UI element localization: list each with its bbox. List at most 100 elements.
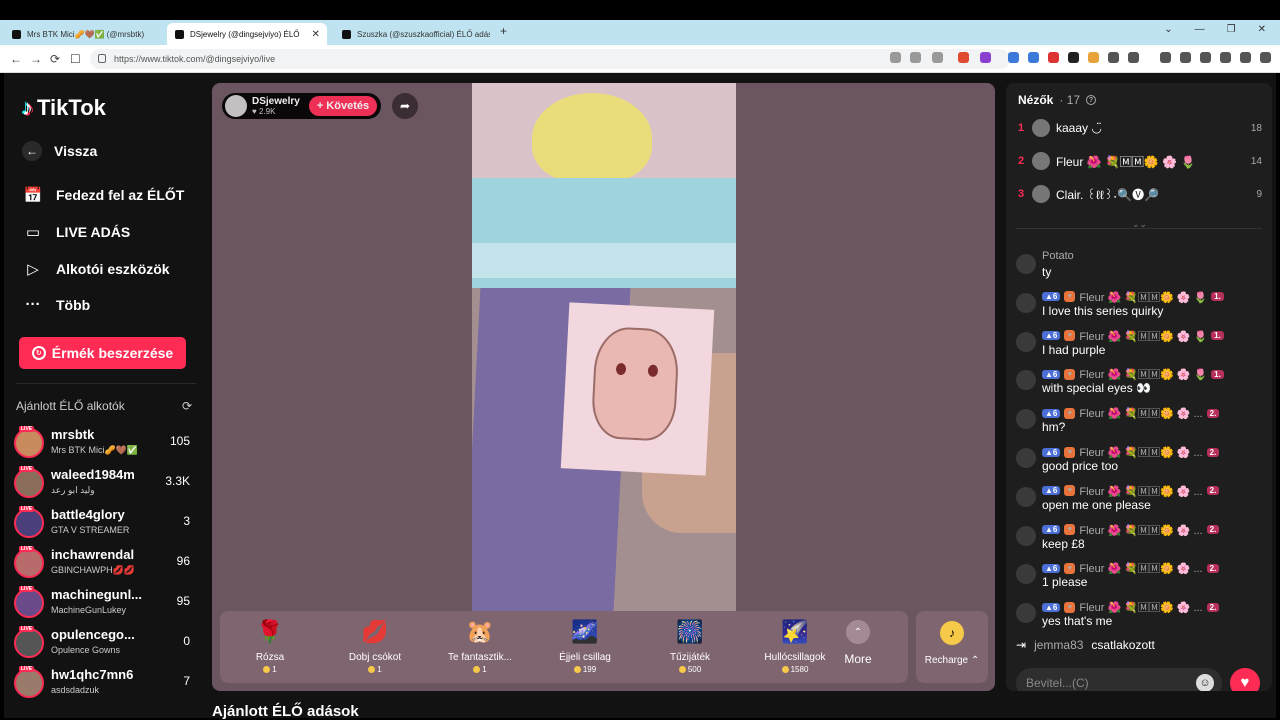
list-item[interactable]: LIVE machinegunl... MachineGunLukey 95 [14, 585, 194, 625]
list-item[interactable]: LIVE opulencego... Opulence Gowns 0 [14, 625, 194, 665]
extension-icon[interactable] [1048, 52, 1059, 63]
avatar[interactable] [14, 628, 44, 658]
extension-icon[interactable] [1108, 52, 1119, 63]
info-icon[interactable]: ? [1086, 95, 1097, 105]
tiktok-logo[interactable]: ♪ TikTok [22, 95, 106, 121]
site-info-icon[interactable] [98, 54, 106, 63]
gift-item[interactable]: 🌠 Hullócsillagok 1580 [745, 617, 845, 674]
minimize-icon[interactable]: — [1195, 24, 1205, 35]
forward-arrow-icon[interactable]: → [30, 52, 42, 66]
message-username[interactable]: Fleur 🌺 💐🄼🄼🌼 🌸 ... [1079, 522, 1202, 538]
gift-item[interactable]: 🌌 Éjjeli csillag 199 [535, 617, 635, 674]
avatar[interactable] [14, 548, 44, 578]
extension-icon[interactable] [1068, 52, 1079, 63]
chat-input[interactable]: Bevitel...(C) ☺ [1016, 668, 1222, 691]
rewards-icon[interactable] [980, 52, 991, 63]
top-viewer-row[interactable]: 2 Fleur 🌺 💐🄼🄼🌼 🌸 🌷 14 [1018, 150, 1262, 172]
menu-icon[interactable] [1260, 52, 1271, 63]
share-icon[interactable]: ➦ [392, 93, 418, 119]
browser-tab-active[interactable]: DSjewelry (@dingsejviyo) ÉLŐ ✕ [167, 23, 327, 45]
avatar[interactable] [1016, 409, 1036, 430]
refresh-icon[interactable]: ⟳ [182, 399, 192, 413]
list-item[interactable]: LIVE inchawrendal GBINCHAWPH💋💋 96 [14, 545, 194, 585]
brave-shield-icon[interactable] [958, 52, 969, 63]
url-field[interactable]: https://www.tiktok.com/@dingsejviyo/live [90, 49, 1010, 69]
tab-search-icon[interactable]: ⌄ [1164, 24, 1172, 35]
bookmark-icon[interactable]: ☐ [70, 52, 81, 66]
host-info[interactable]: DSjewelry ♥ 2.9K + Követés [222, 93, 382, 119]
browser-tab[interactable]: Szuszka (@szuszkaofficial) ÉLŐ adás [334, 23, 490, 45]
list-item[interactable]: LIVE hw1qhc7mn6 asdsdadzuk 7 [14, 665, 194, 705]
sidebar-item-more[interactable]: ··· Több [22, 296, 91, 313]
top-viewer-row[interactable]: 3 Clair. ꒰ℓℓ꒱˖🔍🅥🔎 9 [1018, 183, 1262, 205]
sidebar-item-creator-tools[interactable]: ▷ Alkotói eszközök [22, 260, 169, 278]
message-username[interactable]: Fleur 🌺 💐🄼🄼🌼 🌸 🌷 [1079, 328, 1207, 344]
chat-message[interactable]: ▲6 ♥ Fleur 🌺 💐🄼🄼🌼 🌸 🌷 1. I love this series … [1016, 289, 1266, 323]
avatar[interactable] [1016, 370, 1036, 391]
avatar[interactable] [1016, 564, 1036, 585]
emoji-icon[interactable]: ☺ [1196, 674, 1214, 691]
creator-name[interactable]: battle4glory [51, 507, 151, 522]
host-name[interactable]: DSjewelry [252, 96, 300, 107]
live-stream-player[interactable]: DSjewelry ♥ 2.9K + Követés ➦ ⌃ More 🌹 Róz… [212, 83, 995, 691]
joined-username[interactable]: jemma83 [1034, 638, 1083, 652]
avatar[interactable] [1016, 448, 1036, 468]
message-username[interactable]: Potato [1042, 250, 1074, 262]
reload-icon[interactable]: ⟳ [50, 52, 60, 66]
back-arrow-icon[interactable]: ← [10, 52, 22, 66]
gift-item[interactable]: 🎆 Tűzijáték 500 [640, 617, 740, 674]
creator-name[interactable]: mrsbtk [51, 427, 151, 442]
chat-message[interactable]: Potato ty [1016, 250, 1266, 284]
share-page-icon[interactable] [932, 52, 943, 63]
message-username[interactable]: Fleur 🌺 💐🄼🄼🌼 🌸 🌷 [1079, 289, 1207, 305]
avatar[interactable] [1016, 525, 1036, 546]
avatar[interactable] [14, 508, 44, 538]
list-item[interactable]: LIVE waleed1984m وليد ابو رعد 3.3K [14, 465, 194, 505]
viewer-name[interactable]: Fleur 🌺 💐🄼🄼🌼 🌸 🌷 [1056, 153, 1251, 170]
wallet-icon[interactable] [1200, 52, 1211, 63]
browser-tab[interactable]: Mrs BTK Mici🥜🤎✅ (@mrsbtk) [4, 23, 160, 45]
host-avatar[interactable] [225, 95, 247, 117]
message-username[interactable]: Fleur 🌺 💐🄼🄼🌼 🌸 ... [1079, 599, 1202, 615]
close-window-icon[interactable]: ✕ [1258, 24, 1266, 35]
avatar[interactable] [14, 588, 44, 618]
chat-message[interactable]: ▲6 ♥ Fleur 🌺 💐🄼🄼🌼 🌸 ... 2. open me one pleas… [1016, 483, 1266, 517]
message-username[interactable]: Fleur 🌺 💐🄼🄼🌼 🌸 ... [1079, 560, 1202, 576]
creator-name[interactable]: waleed1984m [51, 467, 151, 482]
top-viewer-row[interactable]: 1 kaaay ◡̈ 18 [1018, 117, 1262, 139]
creator-name[interactable]: hw1qhc7mn6 [51, 667, 151, 682]
list-item[interactable]: LIVE mrsbtk Mrs BTK Mici🥜🤎✅ 105 [14, 425, 194, 465]
message-username[interactable]: Fleur 🌺 💐🄼🄼🌼 🌸 ... [1079, 405, 1202, 421]
chat-message[interactable]: ▲6 ♥ Fleur 🌺 💐🄼🄼🌼 🌸 ... 2. yes that's me [1016, 599, 1266, 633]
chat-message[interactable]: ▲6 ♥ Fleur 🌺 💐🄼🄼🌼 🌸 ... 2. good price too [1016, 444, 1266, 478]
extension-icon[interactable] [1028, 52, 1039, 63]
chat-message[interactable]: ▲6 ♥ Fleur 🌺 💐🄼🄼🌼 🌸 ... 2. hm? [1016, 405, 1266, 439]
gift-item[interactable]: 🌹 Rózsa 1 [220, 617, 320, 674]
message-username[interactable]: Fleur 🌺 💐🄼🄼🌼 🌸 ... [1079, 483, 1202, 499]
follow-button[interactable]: + Követés [308, 96, 378, 116]
avatar[interactable] [1032, 185, 1050, 203]
creator-name[interactable]: machinegunl... [51, 587, 151, 602]
message-username[interactable]: Fleur 🌺 💐🄼🄼🌼 🌸 ... [1079, 444, 1202, 460]
avatar[interactable] [1032, 152, 1050, 170]
extension-icon[interactable] [1008, 52, 1019, 63]
extension-icon[interactable] [1088, 52, 1099, 63]
extension-icon[interactable] [890, 52, 901, 63]
extension-icon[interactable] [1128, 52, 1139, 63]
vpn-icon[interactable] [1240, 52, 1251, 63]
gift-item[interactable]: 🐹 Te fantasztik... 1 [430, 617, 530, 674]
video-frame[interactable] [472, 83, 736, 611]
chat-message[interactable]: ▲6 ♥ Fleur 🌺 💐🄼🄼🌼 🌸 🌷 1. I had purple [1016, 328, 1266, 362]
chat-message[interactable]: ▲6 ♥ Fleur 🌺 💐🄼🄼🌼 🌸 ... 2. keep £8 [1016, 522, 1266, 556]
restore-icon[interactable]: ❐ [1227, 24, 1236, 35]
new-tab-button[interactable]: + [500, 24, 507, 38]
message-username[interactable]: Fleur 🌺 💐🄼🄼🌼 🌸 🌷 [1079, 366, 1207, 382]
avatar[interactable] [1016, 254, 1036, 274]
like-heart-button[interactable]: ♥ [1230, 668, 1260, 691]
viewer-name[interactable]: Clair. ꒰ℓℓ꒱˖🔍🅥🔎 [1056, 186, 1256, 203]
zoom-icon[interactable] [910, 52, 921, 63]
back-link[interactable]: ← Vissza [22, 141, 97, 161]
creator-name[interactable]: inchawrendal [51, 547, 151, 562]
avatar[interactable] [1016, 603, 1036, 624]
avatar[interactable] [14, 468, 44, 498]
